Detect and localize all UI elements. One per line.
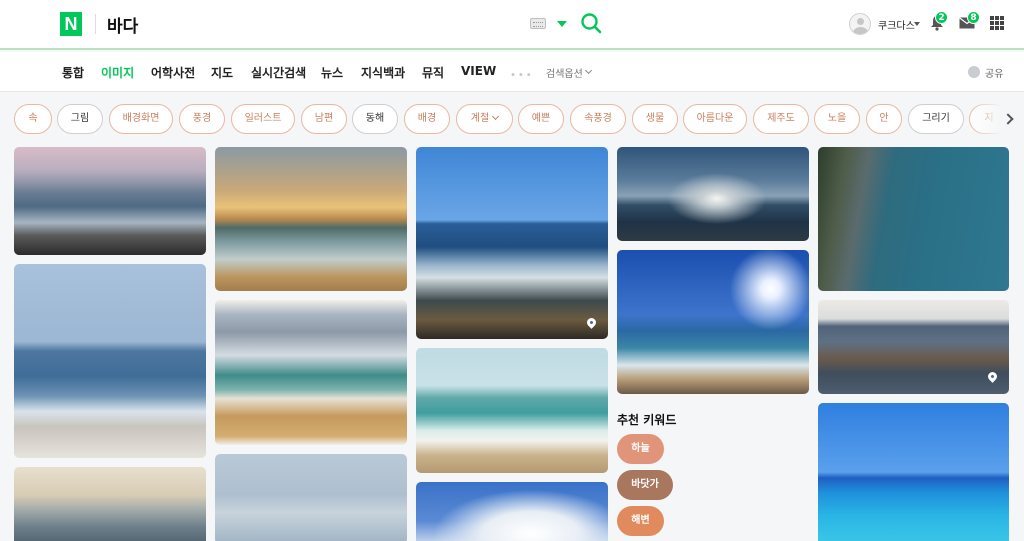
image-result[interactable] xyxy=(818,147,1009,291)
keyword-chip-label: 계절 xyxy=(470,113,490,124)
apps-grid-icon[interactable] xyxy=(990,16,1004,30)
image-result[interactable] xyxy=(818,300,1009,394)
keyword-chip[interactable]: 속풍경 xyxy=(570,104,626,134)
image-result[interactable] xyxy=(14,147,206,255)
keyword-chip[interactable]: 배경화면 xyxy=(109,104,173,134)
keyword-chip[interactable]: 속 xyxy=(14,104,52,134)
tab-news[interactable]: 뉴스 xyxy=(321,64,343,81)
image-result[interactable] xyxy=(416,482,608,541)
tab-dictionary[interactable]: 어학사전 xyxy=(151,64,195,81)
logo-divider xyxy=(95,14,96,34)
search-tab-bar: 통합 이미지 어학사전 지도 실시간검색 뉴스 지식백과 뮤직 VIEW •••… xyxy=(0,52,1024,92)
share-icon[interactable] xyxy=(968,66,980,78)
recommended-keywords-title: 추천 키워드 xyxy=(617,413,677,427)
keyword-chip[interactable]: 생물 xyxy=(632,104,678,134)
chevron-down-icon[interactable] xyxy=(584,66,593,75)
keyword-chip[interactable]: 노을 xyxy=(814,104,860,134)
share-button[interactable]: 공유 xyxy=(985,65,1003,80)
tab-images[interactable]: 이미지 xyxy=(101,64,134,81)
image-result[interactable] xyxy=(617,250,809,394)
keyword-chip[interactable]: 예쁜 xyxy=(518,104,564,134)
image-result[interactable] xyxy=(818,403,1009,541)
image-result[interactable] xyxy=(14,467,206,541)
keyword-chip[interactable]: 제주도 xyxy=(753,104,809,134)
search-icon[interactable] xyxy=(580,12,602,34)
tab-integrated[interactable]: 통합 xyxy=(62,64,84,81)
keyword-chip[interactable]: 일러스트 xyxy=(231,104,295,134)
related-keyword-chips: 속 그림 배경화면 풍경 일러스트 남편 동해 배경 계절 예쁜 속풍경 생물 … xyxy=(0,103,1024,137)
recommended-keyword-chip[interactable]: 해변 xyxy=(617,506,664,536)
keyword-chip[interactable]: 안 xyxy=(866,104,902,134)
keyword-chip[interactable]: 그림 xyxy=(57,104,103,134)
image-result[interactable] xyxy=(416,147,608,339)
avatar[interactable] xyxy=(849,13,871,35)
mail-badge: 8 xyxy=(967,11,980,24)
keyword-chip[interactable]: 남편 xyxy=(301,104,347,134)
notification-badge: 2 xyxy=(935,11,948,24)
tab-realtime[interactable]: 실시간검색 xyxy=(251,64,306,81)
image-result[interactable] xyxy=(416,348,608,473)
location-pin-icon xyxy=(986,370,999,383)
recommended-keyword-chip[interactable]: 하늘 xyxy=(617,434,664,464)
image-result[interactable] xyxy=(215,147,407,291)
location-pin-icon xyxy=(585,316,598,329)
keyword-chip[interactable]: 풍경 xyxy=(179,104,225,134)
keyword-chip[interactable]: 그리기 xyxy=(908,104,964,134)
keyword-chip[interactable]: 배경 xyxy=(404,104,450,134)
image-result[interactable] xyxy=(215,300,407,445)
image-result[interactable] xyxy=(14,264,206,458)
tab-view[interactable]: VIEW xyxy=(461,64,496,78)
image-result[interactable] xyxy=(215,454,407,541)
search-query[interactable]: 바다 xyxy=(107,12,138,37)
tab-music[interactable]: 뮤직 xyxy=(422,64,444,81)
keyword-chip-dropdown[interactable]: 계절 xyxy=(456,104,513,134)
autocomplete-toggle-icon[interactable] xyxy=(557,21,567,27)
search-options-button[interactable]: 검색옵션 xyxy=(546,65,583,80)
image-result[interactable] xyxy=(617,147,809,241)
username[interactable]: 쿠크다스 xyxy=(878,17,915,32)
more-tabs-button[interactable]: ••• xyxy=(510,70,534,81)
top-header: N 바다 쿠크다스 2 8 xyxy=(0,0,1024,50)
keyword-chip[interactable]: 동해 xyxy=(352,104,398,134)
naver-logo[interactable]: N xyxy=(60,12,82,36)
keyboard-icon[interactable] xyxy=(530,18,546,29)
chevron-down-icon xyxy=(492,112,500,121)
chip-row-fade xyxy=(968,103,1024,137)
chevron-down-icon[interactable] xyxy=(914,22,920,26)
recommended-keyword-chip[interactable]: 바닷가 xyxy=(617,470,673,500)
tab-map[interactable]: 지도 xyxy=(211,64,233,81)
tab-knowledge[interactable]: 지식백과 xyxy=(361,64,405,81)
keyword-chip[interactable]: 아름다운 xyxy=(683,104,747,134)
